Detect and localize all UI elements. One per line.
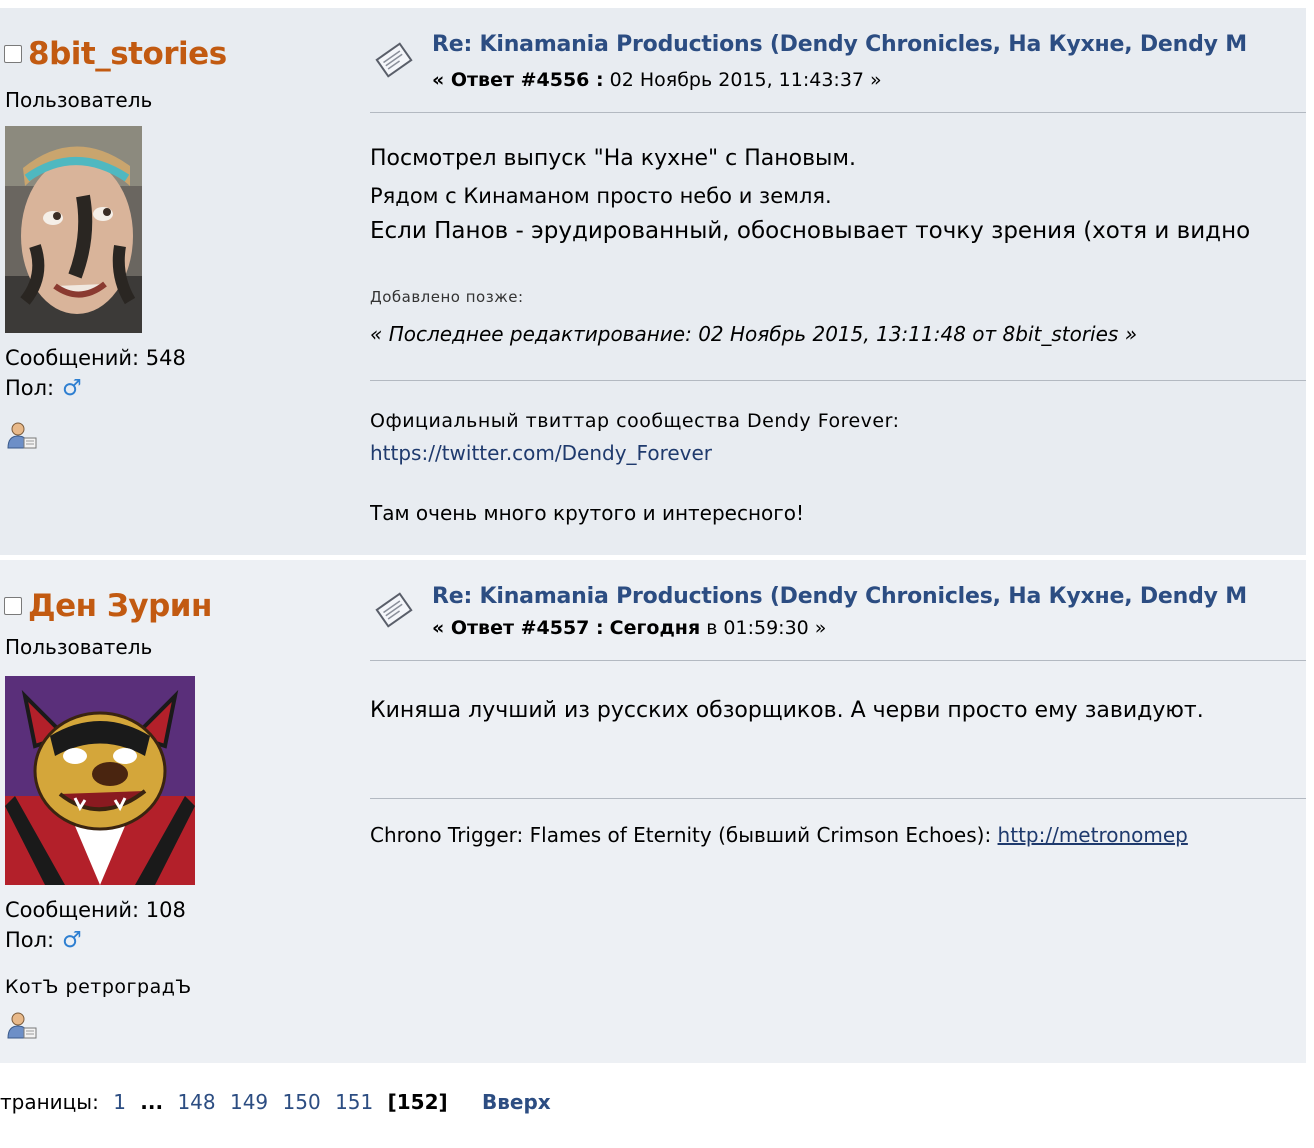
poster-avatar [5, 676, 195, 885]
page-ellipsis: ... [140, 1090, 164, 1114]
post-reply-info: « Ответ #4557 : Сегодня в 01:59:30 » [432, 617, 826, 639]
poster-username-link[interactable]: 8bit_stories [28, 36, 227, 72]
post-body-line-1: Киняша лучший из русских обзорщиков. А ч… [370, 698, 1204, 723]
page-link-151[interactable]: 151 [335, 1090, 373, 1114]
post-body-line-2: Рядом с Кинаманом просто небо и земля. [370, 184, 832, 208]
page-link-1[interactable]: 1 [113, 1090, 126, 1114]
reply-date: 02 Ноябрь 2015, 11:43:37 » [609, 69, 882, 91]
header-divider [370, 112, 1306, 113]
signature-line: Chrono Trigger: Flames of Eternity (бывш… [370, 823, 1306, 847]
post-body-line-3: Если Панов - эрудированный, обосновывает… [370, 218, 1251, 244]
poster-group: Пользователь [5, 635, 153, 659]
poster-group: Пользователь [5, 88, 153, 112]
pagination: траницы: 1 ... 148 149 150 151 [152] Вве… [0, 1090, 551, 1114]
gender-label: Пол: [5, 376, 55, 400]
reply-number[interactable]: « Ответ #4557 : [432, 617, 604, 639]
page-link-149[interactable]: 149 [230, 1090, 268, 1114]
poster-username-link[interactable]: Ден Зурин [28, 588, 212, 624]
post-body-line-1: Посмотрел выпуск "На кухне" с Пановым. [370, 146, 857, 171]
select-post-checkbox[interactable] [4, 597, 22, 615]
male-icon: ♂ [62, 376, 82, 401]
message-icon [372, 588, 416, 632]
poster-name-row: 8bit_stories [4, 36, 227, 72]
post-reply-info: « Ответ #4556 : 02 Ноябрь 2015, 11:43:37… [432, 69, 882, 91]
poster-custom-title: КотЪ ретроградЪ [5, 976, 192, 998]
message-icon [372, 38, 416, 82]
last-edit-note: « Последнее редактирование: 02 Ноябрь 20… [370, 322, 1138, 346]
profile-user-icon[interactable] [6, 1010, 38, 1040]
male-icon: ♂ [62, 928, 82, 953]
scroll-top-link[interactable]: Вверх [482, 1090, 551, 1114]
post-2: Ден Зурин Пользователь Сообщений: 108 По… [0, 560, 1306, 1063]
poster-avatar [5, 126, 142, 333]
post-subject-link[interactable]: Re: Kinamania Productions (Dendy Chronic… [432, 584, 1306, 609]
post-subject-link[interactable]: Re: Kinamania Productions (Dendy Chronic… [432, 32, 1306, 57]
signature-title: Официальный твиттар сообщества Dendy For… [370, 410, 900, 432]
pagination-label: траницы: [0, 1090, 99, 1114]
page-link-150[interactable]: 150 [283, 1090, 321, 1114]
select-post-checkbox[interactable] [4, 45, 22, 63]
signature-link[interactable]: http://metronomep [998, 823, 1188, 847]
signature-link: https://twitter.com/Dendy_Forever [370, 441, 1306, 465]
profile-user-icon[interactable] [6, 420, 38, 450]
signature-divider [370, 798, 1306, 799]
twitter-link[interactable]: https://twitter.com/Dendy_Forever [370, 441, 712, 465]
reply-number[interactable]: « Ответ #4556 : [432, 69, 604, 91]
reply-date: в 01:59:30 » [706, 617, 827, 639]
current-page: [152] [387, 1090, 448, 1114]
reply-day: Сегодня [609, 617, 701, 639]
poster-gender: Пол: ♂ [5, 376, 82, 401]
post-1: 8bit_stories Пользователь Сообщений: 548… [0, 8, 1306, 555]
signature-extra: Там очень много крутого и интересного! [370, 501, 805, 525]
signature-text: Chrono Trigger: Flames of Eternity (бывш… [370, 823, 992, 847]
header-divider [370, 660, 1306, 661]
poster-gender: Пол: ♂ [5, 928, 82, 953]
page-link-148[interactable]: 148 [177, 1090, 215, 1114]
poster-messages-count: Сообщений: 548 [5, 346, 186, 370]
poster-messages-count: Сообщений: 108 [5, 898, 186, 922]
signature-divider [370, 380, 1306, 381]
gender-label: Пол: [5, 928, 55, 952]
added-later-label: Добавлено позже: [370, 288, 524, 306]
poster-name-row: Ден Зурин [4, 588, 212, 624]
